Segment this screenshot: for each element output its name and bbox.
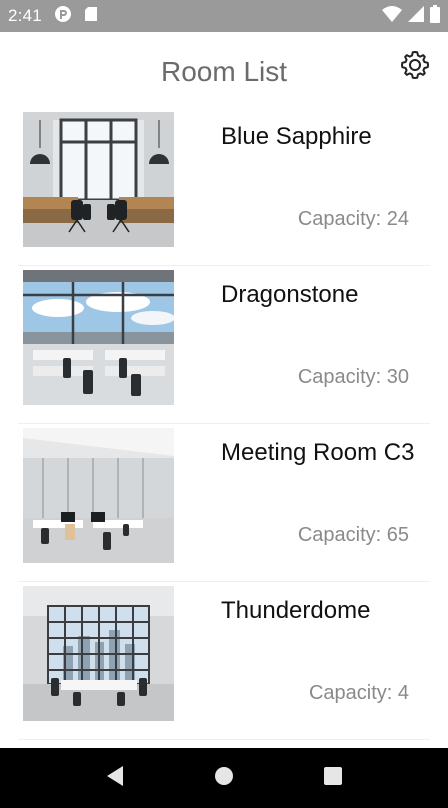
room-list: Blue Sapphire Capacity: 24 Dragonstone C… [0, 108, 448, 740]
status-left-icons [54, 5, 98, 28]
room-photo [23, 270, 174, 405]
navigation-bar [0, 748, 448, 808]
room-photo [23, 586, 174, 721]
wifi-icon [382, 5, 402, 27]
capacity-value: 65 [386, 524, 409, 546]
back-button[interactable] [95, 758, 135, 798]
settings-button[interactable] [398, 50, 432, 84]
room-capacity: Capacity: 65 [298, 524, 409, 547]
capacity-label: Capacity: [297, 366, 382, 388]
cell-signal-icon [408, 5, 424, 27]
room-capacity: Capacity: 4 [309, 682, 409, 705]
capacity-label: Capacity: [297, 208, 382, 230]
status-bar: 2:41 [0, 0, 448, 32]
gear-icon [399, 49, 431, 86]
room-card[interactable]: Blue Sapphire Capacity: 24 [18, 108, 430, 266]
capacity-value: 30 [386, 366, 409, 388]
home-button[interactable] [204, 758, 244, 798]
room-card[interactable]: Meeting Room C3 Capacity: 65 [18, 424, 430, 582]
page-title: Room List [160, 56, 288, 87]
status-time: 2:41 [8, 6, 42, 25]
room-name: Meeting Room C3 [221, 439, 415, 466]
capacity-label: Capacity: [308, 682, 393, 704]
room-card[interactable]: Dragonstone Capacity: 30 [18, 266, 430, 424]
room-capacity: Capacity: 30 [298, 366, 409, 389]
battery-icon [430, 4, 440, 28]
app-bar: Room List [0, 32, 448, 112]
notification-badge-icon [54, 5, 72, 28]
back-icon [105, 765, 125, 792]
status-right-icons [382, 4, 440, 28]
room-photo [23, 112, 174, 247]
room-photo [23, 428, 174, 563]
capacity-value: 24 [386, 208, 409, 230]
room-card[interactable]: Thunderdome Capacity: 4 [18, 582, 430, 740]
home-icon [214, 766, 234, 791]
capacity-label: Capacity: [297, 524, 382, 546]
room-name: Blue Sapphire [221, 123, 372, 150]
recents-button[interactable] [313, 758, 353, 798]
room-capacity: Capacity: 24 [298, 208, 409, 231]
recents-icon [323, 766, 343, 791]
capacity-value: 4 [397, 682, 409, 704]
sd-card-icon [84, 6, 98, 27]
room-name: Dragonstone [221, 281, 359, 308]
room-name: Thunderdome [221, 597, 371, 624]
